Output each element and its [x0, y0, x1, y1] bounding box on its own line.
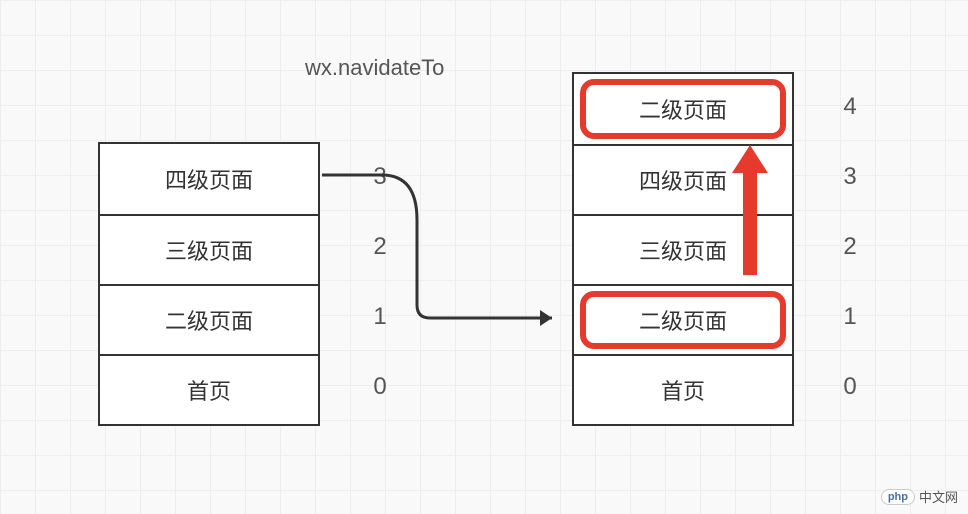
index-number: 3: [830, 142, 870, 212]
index-number: 1: [360, 282, 400, 352]
index-number: 1: [830, 282, 870, 352]
row-label: 首页: [661, 374, 705, 406]
watermark-text: 中文网: [919, 487, 958, 506]
row-label: 三级页面: [165, 234, 253, 266]
row-label: 四级页面: [639, 164, 727, 196]
stack-row: 首页: [100, 354, 318, 424]
index-number: 2: [360, 212, 400, 282]
index-number: 0: [830, 352, 870, 422]
diagram-title: wx.navidateTo: [305, 55, 444, 81]
watermark: php 中文网: [881, 487, 958, 506]
row-label: 四级页面: [165, 163, 253, 195]
index-number: 0: [360, 352, 400, 422]
row-label: 二级页面: [639, 304, 727, 336]
stack-row: 二级页面: [574, 74, 792, 144]
row-label: 首页: [187, 374, 231, 406]
row-label: 三级页面: [639, 234, 727, 266]
stack-row: 三级页面: [100, 214, 318, 284]
left-stack: 四级页面 三级页面 二级页面 首页: [98, 142, 320, 426]
stack-row: 四级页面: [574, 144, 792, 214]
left-index-column: 3 2 1 0: [360, 142, 400, 422]
stack-row: 三级页面: [574, 214, 792, 284]
stack-row: 二级页面: [100, 284, 318, 354]
row-label: 二级页面: [165, 304, 253, 336]
watermark-badge: php: [881, 489, 915, 505]
transition-arrow-icon: [322, 170, 567, 335]
row-label: 二级页面: [639, 93, 727, 125]
stack-row: 四级页面: [100, 144, 318, 214]
right-stack: 二级页面 四级页面 三级页面 二级页面 首页: [572, 72, 794, 426]
index-number: 3: [360, 142, 400, 212]
index-number: 2: [830, 212, 870, 282]
right-index-column: 4 3 2 1 0: [830, 72, 870, 422]
stack-row: 首页: [574, 354, 792, 424]
index-number: 4: [830, 72, 870, 142]
stack-row: 二级页面: [574, 284, 792, 354]
